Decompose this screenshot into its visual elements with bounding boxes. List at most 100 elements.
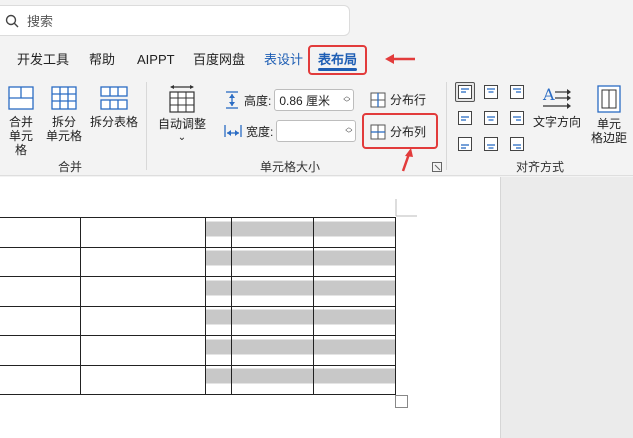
active-tab-indicator [318,68,358,71]
search-box[interactable]: 搜索 [0,5,350,36]
table-cell[interactable] [0,364,81,395]
align-bottom-left-button[interactable] [455,134,475,154]
tab-help[interactable]: 帮助 [89,44,115,76]
table-cell-selected[interactable] [205,246,232,277]
cell-size-group-label: 单元格大小 [259,160,320,174]
table-cell-selected[interactable] [313,335,396,366]
group-divider [446,82,447,170]
tab-table-layout-label: 表布局 [318,52,358,67]
table-row [0,305,396,336]
spin-down-icon[interactable]: ﹀ [345,131,352,138]
tab-baidu-netdisk[interactable]: 百度网盘 [193,44,245,76]
spin-down-icon[interactable]: ﹀ [343,100,350,107]
alignment-group-label: 对齐方式 [515,160,564,174]
table-cell[interactable] [80,305,206,336]
distribute-columns-button[interactable]: 分布列 [370,123,426,140]
table-cell-selected[interactable] [313,364,396,395]
cell-margins-icon [597,85,621,113]
document-canvas[interactable] [0,177,500,438]
table-cell[interactable] [80,335,206,366]
align-bottom-left-icon [458,137,472,151]
split-table-button[interactable]: 拆分表格 [88,84,140,129]
split-table-icon [100,86,128,110]
table-cell-selected[interactable] [231,246,314,277]
table-row [0,364,396,395]
table-cell[interactable] [80,364,206,395]
table-row [0,335,396,366]
distribute-rows-button[interactable]: 分布行 [370,91,426,108]
width-spin-arrows[interactable]: ︿ ﹀ [345,124,355,138]
table-cell-selected[interactable] [205,305,232,336]
table-resize-handle[interactable] [395,395,408,408]
distribute-columns-icon [370,124,386,139]
dialog-launcher-icon[interactable] [432,162,442,172]
table-cell-selected[interactable] [313,276,396,307]
align-top-center-button[interactable] [481,82,501,102]
table-cell[interactable] [80,217,206,248]
table-cell-selected[interactable] [313,217,396,248]
height-icon [226,91,238,109]
merge-group-label: 合并 [57,160,82,174]
align-top-right-button[interactable] [507,82,527,102]
align-bottom-center-button[interactable] [481,134,501,154]
table-cell[interactable] [0,246,81,277]
page-corner-marker [395,199,417,217]
autofit-chevron-down-icon: ⌄ [177,132,187,143]
table-cell-selected[interactable] [313,246,396,277]
tab-table-layout[interactable]: 表布局 [308,45,368,75]
table-cell-selected[interactable] [205,276,232,307]
merge-cells-button[interactable]: 合并 单元格 [4,84,38,157]
align-middle-left-button[interactable] [455,108,475,128]
group-divider [146,82,147,170]
table-cell[interactable] [80,246,206,277]
width-spinner[interactable]: ︿ ﹀ [276,120,357,142]
text-direction-button[interactable]: A 文字方向 [531,84,583,129]
distribute-columns-label: 分布列 [390,125,427,139]
align-middle-center-button[interactable] [481,108,501,128]
align-top-center-icon [484,85,498,99]
align-top-left-button[interactable] [455,82,475,102]
annotation-arrow-left-icon [385,54,415,64]
tab-table-design[interactable]: 表设计 [264,44,303,76]
spin-up-icon[interactable]: ︿ [345,124,352,131]
table-cell-selected[interactable] [231,276,314,307]
align-top-left-icon [458,85,472,99]
cell-margins-button[interactable]: 单元 格边距 [587,84,631,145]
table-cell[interactable] [0,217,81,248]
height-spin-arrows[interactable]: ︿ ﹀ [343,93,353,107]
tab-aippt[interactable]: AIPPT [137,44,175,76]
align-bottom-right-icon [510,137,524,151]
autofit-button[interactable]: 自动调整 ⌄ [154,84,210,145]
table-cell-selected[interactable] [205,335,232,366]
search-placeholder: 搜索 [27,14,54,29]
table-cell[interactable] [80,276,206,307]
cell-margins-label-2: 格边距 [590,131,627,145]
table-cell-selected[interactable] [313,305,396,336]
table-cell[interactable] [0,276,81,307]
height-spinner[interactable]: 0.86 厘米 ︿ ﹀ [274,89,355,111]
table-cell[interactable] [0,305,81,336]
table-cell-selected[interactable] [205,364,232,395]
spin-up-icon[interactable]: ︿ [343,93,350,100]
merge-cells-icon [8,86,34,110]
align-bottom-right-button[interactable] [507,134,527,154]
split-cells-button[interactable]: 拆分 单元格 [44,84,84,143]
height-row: 高度: 0.86 厘米 ︿ ﹀ [224,89,355,111]
align-middle-center-icon [484,111,498,125]
split-table-label: 拆分表格 [89,115,138,129]
table-cell-selected[interactable] [231,305,314,336]
tab-developer[interactable]: 开发工具 [17,44,69,76]
align-middle-right-button[interactable] [507,108,527,128]
table-cell-selected[interactable] [231,217,314,248]
table-cell-selected[interactable] [231,335,314,366]
split-cells-label-1: 拆分 [51,115,76,129]
table-cell-selected[interactable] [205,217,232,248]
table-cell[interactable] [0,335,81,366]
autofit-icon [169,85,195,113]
ribbon: 合并 单元格 拆分 单元格 拆分表格 合并 自动调整 ⌄ 高度: 0.86 厘米… [0,78,633,176]
annotation-arrow-up-icon [401,148,413,172]
document-table[interactable] [0,217,396,395]
merge-cells-label-1: 合并 [8,115,33,129]
table-cell-selected[interactable] [231,364,314,395]
split-cells-icon [51,86,77,110]
